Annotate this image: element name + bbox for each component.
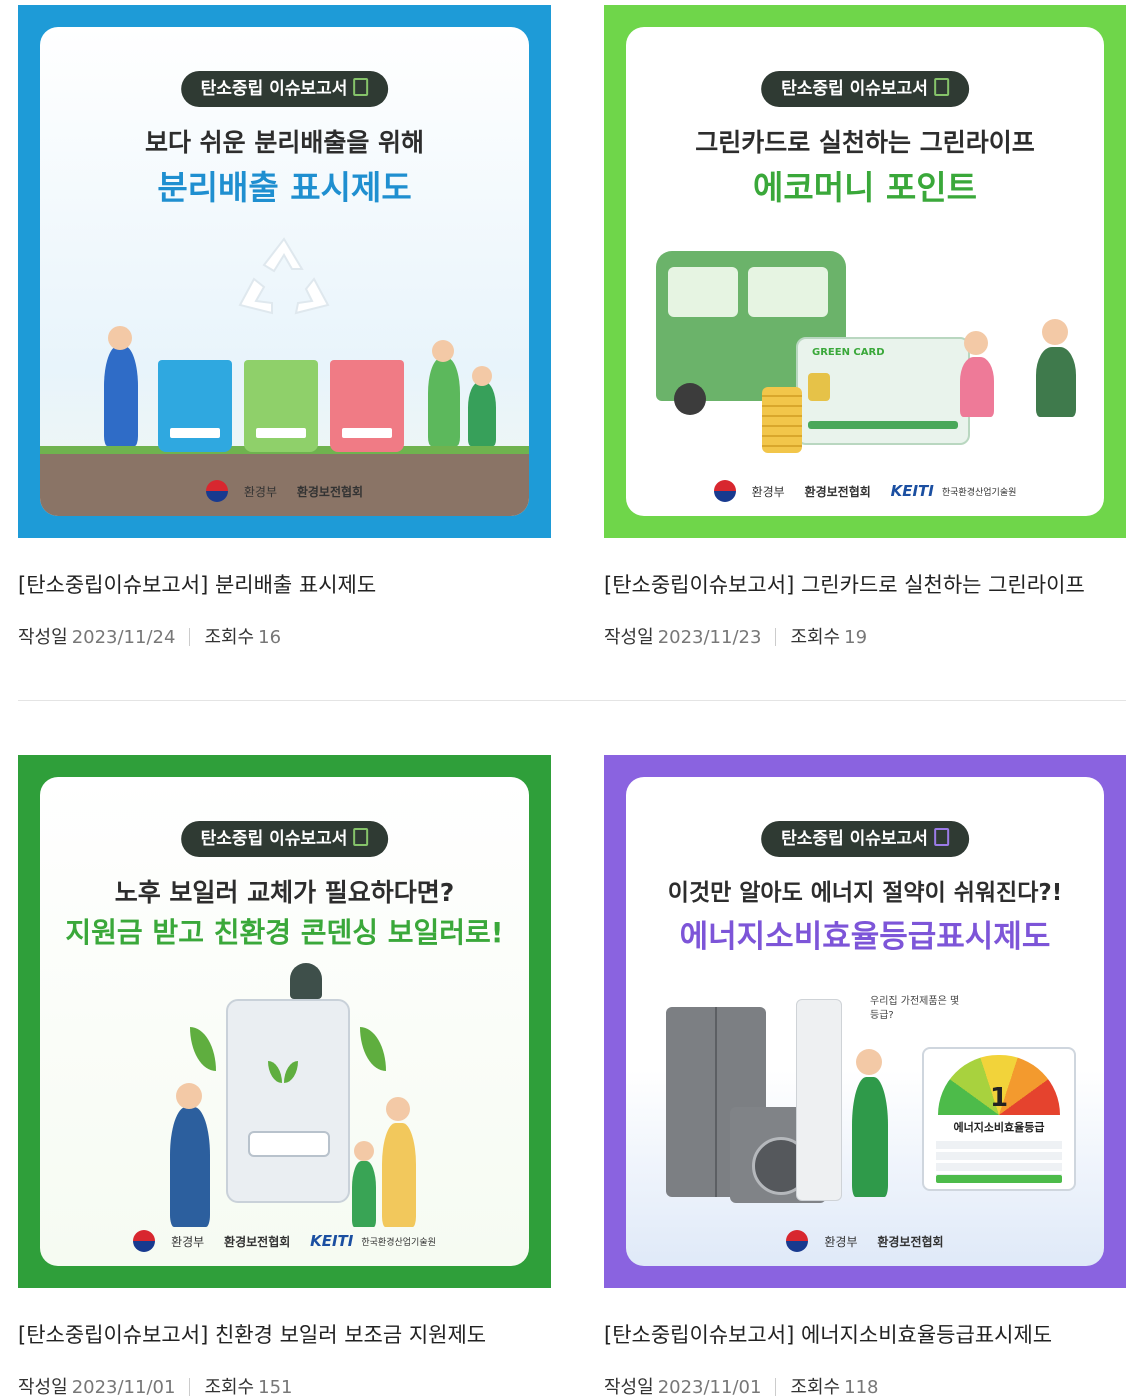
view-count: 19 bbox=[844, 627, 868, 648]
document-icon bbox=[353, 78, 369, 96]
thumbnail-heading: 에코머니 포인트 bbox=[752, 168, 977, 207]
green-card: GREEN CARD bbox=[796, 337, 970, 445]
post-title[interactable]: [탄소중립이슈보고서] 분리배출 표시제도 bbox=[18, 569, 376, 599]
post-thumbnail[interactable]: 탄소중립 이슈보고서 보다 쉬운 분리배출을 위해 분리배출 표시제도 환경부 … bbox=[18, 5, 551, 538]
post-meta: 작성일 2023/11/01 조회수 118 bbox=[604, 1377, 879, 1398]
thumbnail-panel: 탄소중립 이슈보고서 보다 쉬운 분리배출을 위해 분리배출 표시제도 환경부 … bbox=[40, 27, 529, 516]
coin-stack bbox=[762, 387, 802, 453]
issue-badge: 탄소중립 이슈보고서 bbox=[180, 71, 389, 107]
thumbnail-subheading: 보다 쉬운 분리배출을 위해 bbox=[144, 128, 425, 157]
thumbnail-panel: 탄소중립 이슈보고서 이것만 알아도 에너지 절약이 쉬워진다?! 에너지소비효… bbox=[626, 777, 1104, 1266]
thumbnail-panel: 탄소중립 이슈보고서 노후 보일러 교체가 필요하다면? 지원금 받고 친환경 … bbox=[40, 777, 529, 1266]
recycle-icon bbox=[238, 237, 330, 315]
man-head bbox=[108, 326, 132, 350]
blue-bin bbox=[158, 360, 232, 452]
issue-badge: 탄소중립 이슈보고서 bbox=[761, 71, 969, 107]
post-date: 2023/11/01 bbox=[657, 1377, 762, 1398]
thumbnail-heading: 지원금 받고 친환경 콘덴싱 보일러로! bbox=[65, 916, 504, 949]
energy-label: 1 에너지소비효율등급 bbox=[922, 1047, 1076, 1191]
energy-label-title: 에너지소비효율등급 bbox=[953, 1121, 1045, 1134]
leaf-decoration bbox=[190, 1027, 216, 1071]
red-bin bbox=[330, 360, 404, 452]
post-thumbnail[interactable]: 탄소중립 이슈보고서 그린카드로 실천하는 그린라이프 에코머니 포인트 GRE… bbox=[604, 5, 1126, 538]
document-icon bbox=[933, 828, 949, 846]
leaf-decoration bbox=[360, 1027, 386, 1071]
row-divider bbox=[18, 700, 1126, 701]
document-icon bbox=[933, 78, 949, 96]
thumbnail-subheading: 이것만 알아도 에너지 절약이 쉬워진다?! bbox=[667, 880, 1063, 906]
post-title[interactable]: [탄소중립이슈보고서] 그린카드로 실천하는 그린라이프 bbox=[604, 569, 1085, 599]
thumbnail-subheading: 노후 보일러 교체가 필요하다면? bbox=[114, 878, 455, 907]
thought-text: 우리집 가전제품은 몇 등급? bbox=[870, 996, 960, 1021]
clerk-figure bbox=[1036, 347, 1076, 417]
post-meta: 작성일 2023/11/23 조회수 19 bbox=[604, 627, 868, 648]
child-figure bbox=[352, 1161, 376, 1227]
view-count: 118 bbox=[844, 1377, 879, 1398]
sponsor-logos: 환경부 환경보전협회 KEITI 한국환경산업기술원 bbox=[40, 1230, 529, 1252]
post-date: 2023/11/24 bbox=[71, 627, 176, 648]
post-title[interactable]: [탄소중립이슈보고서] 에너지소비효율등급표시제도 bbox=[604, 1319, 1052, 1349]
air-purifier bbox=[796, 999, 842, 1201]
thumbnail-panel: 탄소중립 이슈보고서 그린카드로 실천하는 그린라이프 에코머니 포인트 GRE… bbox=[626, 27, 1104, 516]
meta-divider bbox=[189, 1378, 191, 1396]
shopper-head bbox=[964, 331, 988, 355]
thumbnail-subheading: 그린카드로 실천하는 그린라이프 bbox=[695, 128, 1035, 157]
sponsor-logos: 환경부 환경보전협회 KEITI 한국환경산업기술원 bbox=[626, 480, 1104, 502]
mother-head bbox=[386, 1097, 410, 1121]
mother-figure bbox=[382, 1123, 416, 1227]
view-count: 151 bbox=[258, 1377, 293, 1398]
post-date: 2023/11/01 bbox=[71, 1377, 176, 1398]
post-date: 2023/11/23 bbox=[657, 627, 762, 648]
post-thumbnail[interactable]: 탄소중립 이슈보고서 이것만 알아도 에너지 절약이 쉬워진다?! 에너지소비효… bbox=[604, 755, 1126, 1288]
thumbnail-heading: 분리배출 표시제도 bbox=[157, 168, 412, 207]
issue-badge: 탄소중립 이슈보고서 bbox=[180, 821, 389, 857]
meta-divider bbox=[775, 1378, 777, 1396]
sponsor-logos: 환경부 환경보전협회 bbox=[40, 480, 529, 502]
technician-head bbox=[176, 1083, 202, 1109]
child-figure bbox=[468, 382, 496, 446]
view-count: 16 bbox=[258, 627, 282, 648]
post-meta: 작성일 2023/11/01 조회수 151 bbox=[18, 1377, 293, 1398]
man-head bbox=[856, 1049, 882, 1075]
ministry-logo-icon bbox=[713, 480, 736, 502]
meta-divider bbox=[775, 628, 777, 646]
man-figure bbox=[852, 1077, 888, 1197]
post-thumbnail[interactable]: 탄소중립 이슈보고서 노후 보일러 교체가 필요하다면? 지원금 받고 친환경 … bbox=[18, 755, 551, 1288]
ministry-logo-icon bbox=[133, 1230, 156, 1252]
ministry-logo-icon bbox=[786, 1230, 809, 1252]
document-icon bbox=[353, 828, 369, 846]
issue-badge: 탄소중립 이슈보고서 bbox=[761, 821, 969, 857]
man-figure bbox=[104, 346, 138, 446]
green-bin bbox=[244, 360, 318, 452]
post-title[interactable]: [탄소중립이슈보고서] 친환경 보일러 보조금 지원제도 bbox=[18, 1319, 486, 1349]
post-meta: 작성일 2023/11/24 조회수 16 bbox=[18, 627, 282, 648]
ministry-logo-icon bbox=[205, 480, 228, 502]
thumbnail-heading: 에너지소비효율등급표시제도 bbox=[679, 919, 1051, 955]
child-head bbox=[354, 1141, 374, 1161]
woman-head bbox=[432, 340, 454, 362]
energy-grade: 1 bbox=[989, 1083, 1009, 1113]
clerk-head bbox=[1042, 319, 1068, 345]
sponsor-logos: 환경부 환경보전협회 bbox=[626, 1230, 1104, 1252]
boiler-illustration bbox=[226, 999, 350, 1203]
shopper-figure bbox=[960, 357, 994, 417]
child-head bbox=[472, 366, 492, 386]
technician-figure bbox=[170, 1107, 210, 1227]
meta-divider bbox=[189, 628, 191, 646]
boiler-vent bbox=[290, 963, 322, 999]
woman-figure bbox=[428, 358, 460, 446]
